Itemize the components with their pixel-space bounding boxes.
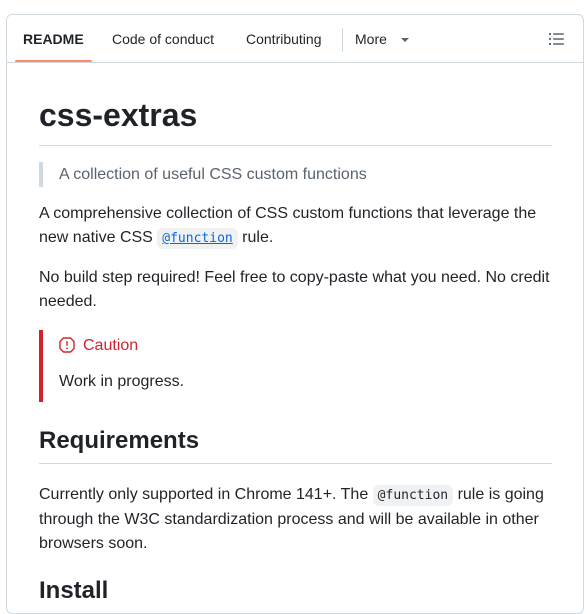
- triangle-down-icon: [400, 38, 409, 42]
- no-build-paragraph: No build step required! Feel free to cop…: [39, 269, 550, 310]
- tab-more-label: More: [355, 31, 387, 47]
- install-heading: Install: [39, 577, 109, 604]
- readme-title: css-extras: [39, 97, 198, 133]
- caution-title: Caution: [59, 336, 138, 356]
- tab-code-of-conduct[interactable]: Code of conduct: [112, 15, 214, 63]
- requirements-divider: [39, 463, 552, 464]
- caution-label: Caution: [83, 337, 139, 354]
- readme-panel: README Code of conduct Contributing More…: [6, 14, 584, 614]
- list-unordered-icon: [548, 32, 564, 46]
- function-rule-code: @function: [372, 485, 454, 506]
- active-tab-indicator: [15, 60, 92, 62]
- readme-tab-bar: README Code of conduct Contributing More: [7, 15, 583, 63]
- stop-icon: [59, 337, 75, 353]
- requirements-paragraph: Currently only supported in Chrome 141+.…: [39, 483, 552, 556]
- requirements-heading: Requirements: [39, 427, 200, 454]
- outline-toggle-button[interactable]: [548, 31, 566, 47]
- caution-body: Work in progress.: [59, 373, 185, 390]
- caution-alert: Caution Work in progress.: [39, 330, 552, 402]
- requirements-text: Currently only supported in Chrome 141+.…: [39, 486, 373, 503]
- tab-readme[interactable]: README: [23, 15, 84, 63]
- intro-paragraph: A comprehensive collection of CSS custom…: [39, 202, 552, 251]
- intro-text-end: rule.: [237, 229, 274, 246]
- tagline-blockquote: A collection of useful CSS custom functi…: [39, 162, 552, 187]
- tab-divider: [342, 28, 343, 52]
- intro-text: A comprehensive collection of CSS custom…: [39, 205, 537, 246]
- tab-more-dropdown[interactable]: More: [355, 15, 409, 63]
- title-divider: [39, 145, 552, 146]
- tab-contributing[interactable]: Contributing: [246, 15, 322, 63]
- function-rule-link[interactable]: @function: [157, 228, 238, 249]
